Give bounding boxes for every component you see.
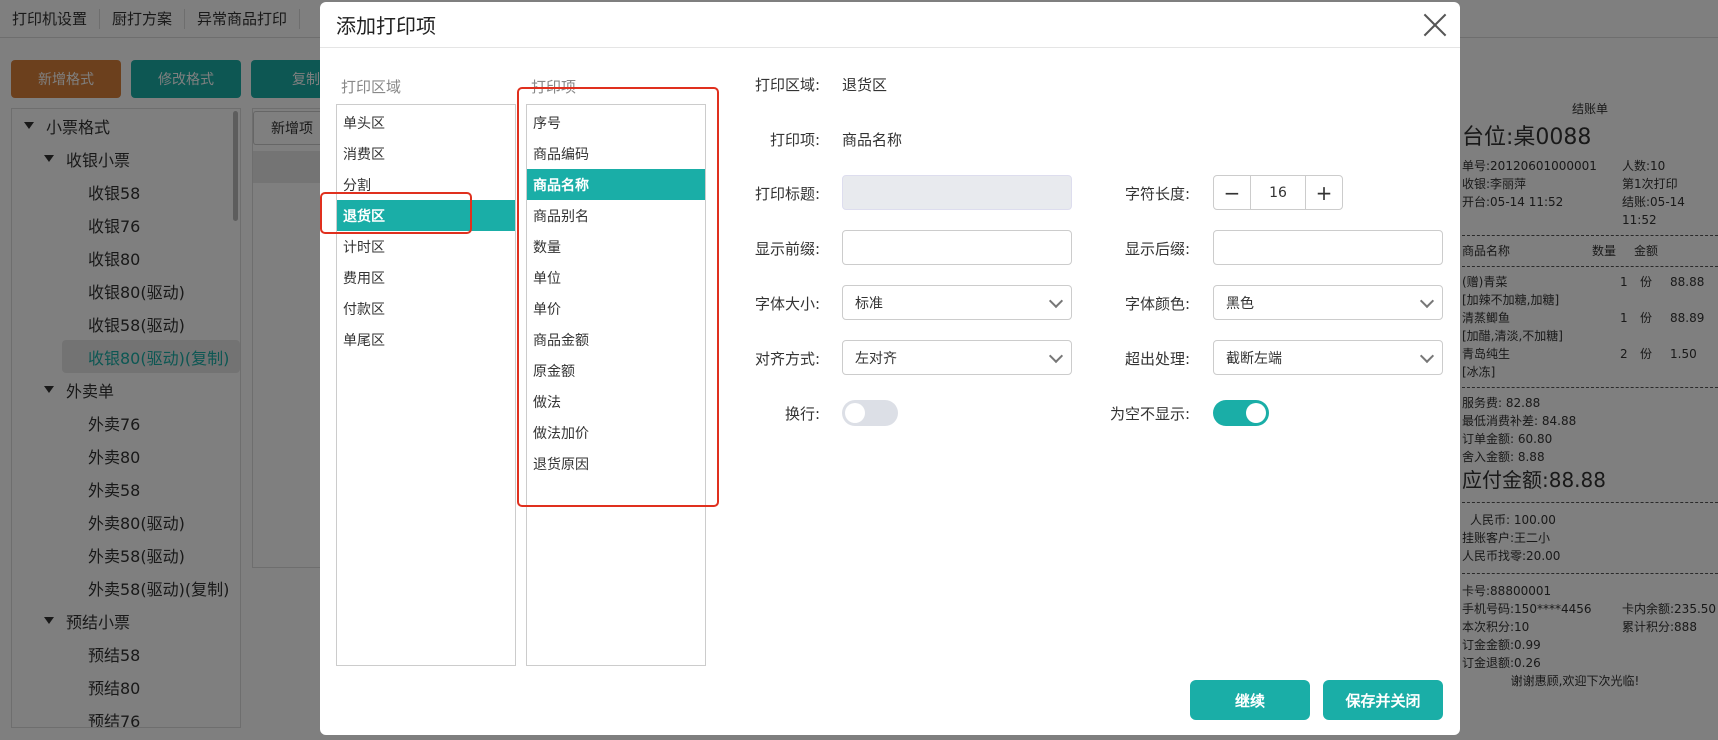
chevron-down-icon (1419, 348, 1435, 364)
save-and-close-button[interactable]: 保存并关闭 (1323, 680, 1443, 720)
add-print-item-dialog: 添加打印项 打印区域 打印项 单头区 消费区 分割 退货区 计时区 费用区 付款… (320, 2, 1460, 735)
char-length-label: 字符长度: (1124, 185, 1190, 203)
area-item[interactable]: 计时区 (337, 231, 515, 262)
font-size-label: 字体大小: (754, 295, 820, 313)
chevron-down-icon (1048, 293, 1064, 309)
print-area-column-title: 打印区域 (341, 78, 402, 96)
chevron-down-icon (1048, 348, 1064, 364)
area-item[interactable]: 单尾区 (337, 324, 515, 355)
font-size-select[interactable]: 标准 (842, 285, 1072, 320)
overflow-label: 超出处理: (1124, 350, 1190, 368)
print-item-label: 打印项: (769, 131, 820, 149)
print-area-label: 打印区域: (754, 76, 820, 94)
area-item[interactable]: 付款区 (337, 293, 515, 324)
font-color-select[interactable]: 黑色 (1213, 285, 1443, 320)
print-item-value: 商品名称 (842, 131, 903, 149)
align-label: 对齐方式: (754, 350, 820, 368)
close-icon[interactable] (1422, 12, 1448, 38)
highlight-area-box (320, 192, 472, 234)
highlight-items-box (517, 87, 719, 507)
toggle-knob (1246, 403, 1266, 423)
char-length-stepper: − 16 + (1213, 175, 1343, 210)
print-area-value: 退货区 (842, 76, 888, 94)
print-title-label: 打印标题: (754, 185, 820, 203)
suffix-label: 显示后缀: (1124, 240, 1190, 258)
continue-button[interactable]: 继续 (1190, 680, 1310, 720)
char-length-value[interactable]: 16 (1250, 176, 1306, 209)
chevron-down-icon (1419, 293, 1435, 309)
suffix-input[interactable] (1213, 230, 1443, 265)
wrap-label: 换行: (784, 405, 820, 423)
area-item[interactable]: 费用区 (337, 262, 515, 293)
prefix-input[interactable] (842, 230, 1072, 265)
dialog-header: 添加打印项 (320, 2, 1460, 48)
hide-empty-label: 为空不显示: (1109, 405, 1190, 423)
font-color-label: 字体颜色: (1124, 295, 1190, 313)
dialog-title: 添加打印项 (336, 14, 436, 38)
align-select[interactable]: 左对齐 (842, 340, 1072, 375)
area-item[interactable]: 单头区 (337, 107, 515, 138)
print-area-list: 单头区 消费区 分割 退货区 计时区 费用区 付款区 单尾区 (336, 104, 516, 666)
decrement-button[interactable]: − (1214, 176, 1250, 209)
toggle-knob (845, 403, 865, 423)
increment-button[interactable]: + (1306, 176, 1342, 209)
overflow-select[interactable]: 截断左端 (1213, 340, 1443, 375)
hide-empty-toggle[interactable] (1213, 400, 1269, 426)
print-title-input (842, 175, 1072, 210)
prefix-label: 显示前缀: (754, 240, 820, 258)
area-item[interactable]: 消费区 (337, 138, 515, 169)
wrap-toggle[interactable] (842, 400, 898, 426)
